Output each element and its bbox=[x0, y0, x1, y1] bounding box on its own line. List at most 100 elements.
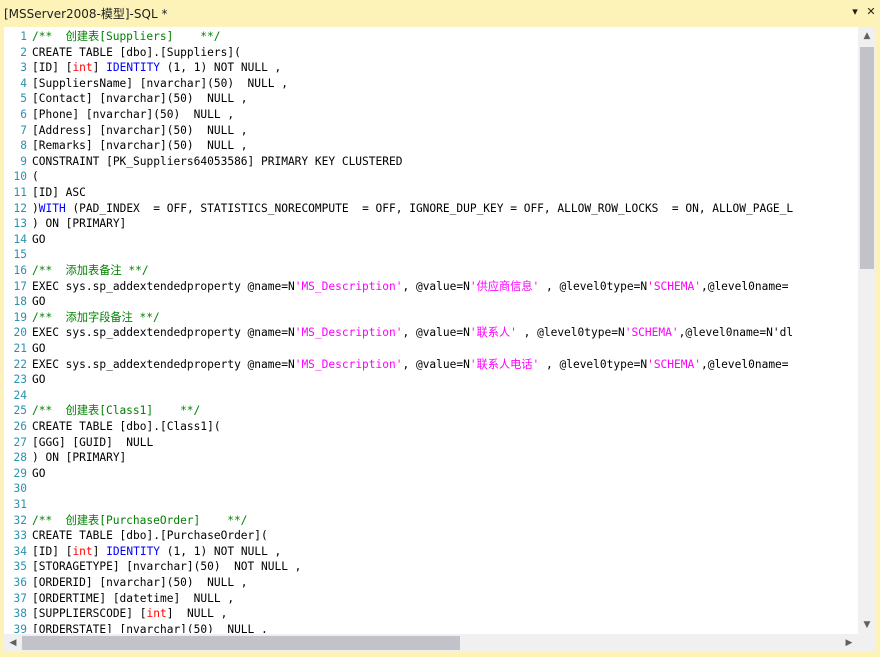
code-text[interactable]: [GGG] [GUID] NULL bbox=[32, 436, 153, 449]
line-number: 1 bbox=[20, 30, 27, 43]
code-text[interactable]: GO bbox=[32, 342, 45, 355]
code-line[interactable]: 33 CREATE TABLE [dbo].[PurchaseOrder]( bbox=[4, 528, 268, 544]
code-text[interactable]: GO bbox=[32, 295, 45, 308]
code-text[interactable]: /** 创建表[Class1] **/ bbox=[32, 404, 200, 417]
code-line[interactable]: 2 CREATE TABLE [dbo].[Suppliers]( bbox=[4, 45, 241, 61]
code-line[interactable]: 23 GO bbox=[4, 372, 46, 388]
code-text[interactable]: [Address] [nvarchar](50) NULL , bbox=[32, 124, 248, 137]
line-number: 14 bbox=[13, 232, 27, 246]
code-line[interactable]: 21 GO bbox=[4, 341, 46, 357]
code-text[interactable]: EXEC sys.sp_addextendedproperty @name=N'… bbox=[32, 326, 793, 339]
code-text[interactable]: CREATE TABLE [dbo].[Class1]( bbox=[32, 420, 221, 433]
code-line[interactable]: 36 [ORDERID] [nvarchar](50) NULL , bbox=[4, 575, 248, 591]
code-text[interactable]: /** 添加字段备注 **/ bbox=[32, 311, 160, 324]
code-line[interactable]: 35 [STORAGETYPE] [nvarchar](50) NOT NULL … bbox=[4, 559, 302, 575]
code-area[interactable]: 1 /** 创建表[Suppliers] **/ 2 CREATE TABLE [db… bbox=[4, 29, 858, 633]
code-text[interactable]: GO bbox=[32, 233, 45, 246]
code-text[interactable]: /** 创建表[PurchaseOrder] **/ bbox=[32, 514, 247, 527]
window-menu-dropdown-icon[interactable]: ▾ bbox=[848, 4, 862, 20]
scroll-down-icon[interactable]: ▼ bbox=[858, 616, 876, 634]
code-line[interactable]: 30 bbox=[4, 481, 32, 497]
code-text[interactable]: EXEC sys.sp_addextendedproperty @name=N'… bbox=[32, 358, 789, 371]
code-line[interactable]: 32 /** 创建表[PurchaseOrder] **/ bbox=[4, 513, 248, 529]
code-line[interactable]: 7 [Address] [nvarchar](50) NULL , bbox=[4, 123, 248, 139]
code-line[interactable]: 17 EXEC sys.sp_addextendedproperty @name=… bbox=[4, 279, 789, 295]
code-text[interactable]: [ORDERTIME] [datetime] NULL , bbox=[32, 592, 234, 605]
code-text[interactable]: CONSTRAINT [PK_Suppliers64053586] PRIMAR… bbox=[32, 155, 402, 168]
code-line[interactable]: 11 [ID] ASC bbox=[4, 185, 86, 201]
code-line[interactable]: 6 [Phone] [nvarchar](50) NULL , bbox=[4, 107, 234, 123]
code-line[interactable]: 15 bbox=[4, 247, 32, 263]
code-line[interactable]: 13) ON [PRIMARY] bbox=[4, 216, 127, 232]
line-number: 17 bbox=[13, 279, 27, 293]
code-text[interactable]: CREATE TABLE [dbo].[PurchaseOrder]( bbox=[32, 529, 268, 542]
code-line[interactable]: 39 [ORDERSTATE] [nvarchar](50) NULL , bbox=[4, 622, 268, 633]
code-line[interactable]: 38 [SUPPLIERSCODE] [int] NULL , bbox=[4, 606, 228, 622]
code-text[interactable]: [ID] ASC bbox=[32, 186, 86, 199]
code-text[interactable]: [ID] [int] IDENTITY (1, 1) NOT NULL , bbox=[32, 61, 281, 74]
line-number: 18 bbox=[13, 295, 27, 309]
code-line[interactable]: 9 CONSTRAINT [PK_Suppliers64053586] PRIMA… bbox=[4, 154, 402, 170]
code-text[interactable]: ( bbox=[32, 170, 39, 183]
horizontal-scrollbar[interactable]: ◀ ▶ bbox=[4, 634, 858, 652]
code-text[interactable]: [STORAGETYPE] [nvarchar](50) NOT NULL , bbox=[32, 560, 301, 573]
code-line[interactable]: 1 /** 创建表[Suppliers] **/ bbox=[4, 29, 220, 45]
code-line[interactable]: 3 [ID] [int] IDENTITY (1, 1) NOT NULL , bbox=[4, 60, 281, 76]
code-line[interactable]: 26 CREATE TABLE [dbo].[Class1]( bbox=[4, 419, 221, 435]
close-icon[interactable]: ✕ bbox=[864, 4, 878, 20]
line-number: 37 bbox=[13, 591, 27, 605]
code-text[interactable]: ) ON [PRIMARY] bbox=[32, 451, 126, 464]
code-line[interactable]: 22 EXEC sys.sp_addextendedproperty @name=… bbox=[4, 357, 789, 373]
horizontal-scroll-thumb[interactable] bbox=[22, 636, 460, 650]
code-line[interactable]: 5 [Contact] [nvarchar](50) NULL , bbox=[4, 91, 248, 107]
code-text[interactable]: /** 创建表[Suppliers] **/ bbox=[32, 30, 220, 43]
code-line[interactable]: 25 /** 创建表[Class1] **/ bbox=[4, 403, 201, 419]
code-line[interactable]: 8 [Remarks] [nvarchar](50) NULL , bbox=[4, 138, 248, 154]
code-line[interactable]: 28) ON [PRIMARY] bbox=[4, 450, 127, 466]
scroll-right-icon[interactable]: ▶ bbox=[840, 634, 858, 652]
code-text[interactable]: /** 添加表备注 **/ bbox=[32, 264, 149, 277]
code-text[interactable]: EXEC sys.sp_addextendedproperty @name=N'… bbox=[32, 280, 789, 293]
code-text[interactable]: [SuppliersName] [nvarchar](50) NULL , bbox=[32, 77, 288, 90]
code-line[interactable]: 16 /** 添加表备注 **/ bbox=[4, 263, 149, 279]
code-line[interactable]: 14 GO bbox=[4, 232, 46, 248]
code-text[interactable]: [ID] [int] IDENTITY (1, 1) NOT NULL , bbox=[32, 545, 281, 558]
code-line[interactable]: 34 [ID] [int] IDENTITY (1, 1) NOT NULL , bbox=[4, 544, 282, 560]
code-line[interactable]: 29 GO bbox=[4, 466, 46, 482]
line-number: 32 bbox=[13, 513, 27, 527]
code-line[interactable]: 20 EXEC sys.sp_addextendedproperty @name=… bbox=[4, 325, 794, 341]
scroll-up-icon[interactable]: ▲ bbox=[858, 27, 876, 45]
code-text[interactable]: [ORDERSTATE] [nvarchar](50) NULL , bbox=[32, 623, 268, 633]
vertical-scrollbar[interactable]: ▲ ▼ bbox=[858, 27, 876, 634]
code-text[interactable]: )WITH (PAD_INDEX = OFF, STATISTICS_NOREC… bbox=[32, 202, 793, 215]
line-number: 19 bbox=[13, 310, 27, 324]
code-text[interactable]: [SUPPLIERSCODE] [int] NULL , bbox=[32, 607, 227, 620]
scroll-left-icon[interactable]: ◀ bbox=[4, 634, 22, 652]
code-line[interactable]: 19 /** 添加字段备注 **/ bbox=[4, 310, 160, 326]
code-line[interactable]: 37 [ORDERTIME] [datetime] NULL , bbox=[4, 591, 235, 607]
line-number: 16 bbox=[13, 264, 27, 277]
code-text[interactable]: [Contact] [nvarchar](50) NULL , bbox=[32, 92, 248, 105]
code-text[interactable]: GO bbox=[32, 467, 45, 480]
code-line[interactable]: 24 bbox=[4, 388, 32, 404]
code-text[interactable]: CREATE TABLE [dbo].[Suppliers]( bbox=[32, 46, 241, 59]
sql-editor[interactable]: 1 /** 创建表[Suppliers] **/ 2 CREATE TABLE [db… bbox=[4, 27, 876, 652]
line-number: 26 bbox=[13, 420, 27, 433]
line-number: 3 bbox=[20, 61, 27, 75]
code-line[interactable]: 10 ( bbox=[4, 169, 39, 185]
line-number: 7 bbox=[20, 123, 27, 137]
title-bar: [MSServer2008-模型]-SQL * ▾ ✕ bbox=[0, 0, 880, 24]
code-line[interactable]: 4 [SuppliersName] [nvarchar](50) NULL , bbox=[4, 76, 288, 92]
code-line[interactable]: 12)WITH (PAD_INDEX = OFF, STATISTICS_NOR… bbox=[4, 201, 794, 217]
code-text[interactable]: GO bbox=[32, 373, 45, 386]
line-number: 39 bbox=[13, 622, 27, 633]
code-text[interactable]: [ORDERID] [nvarchar](50) NULL , bbox=[32, 576, 248, 589]
code-line[interactable]: 31 bbox=[4, 497, 32, 513]
code-line[interactable]: 18 GO bbox=[4, 294, 46, 310]
line-number: 36 bbox=[13, 576, 27, 589]
code-text[interactable]: [Phone] [nvarchar](50) NULL , bbox=[32, 108, 234, 121]
code-text[interactable]: [Remarks] [nvarchar](50) NULL , bbox=[32, 139, 248, 152]
vertical-scroll-thumb[interactable] bbox=[860, 47, 874, 269]
code-line[interactable]: 27 [GGG] [GUID] NULL bbox=[4, 435, 154, 451]
code-text[interactable]: ) ON [PRIMARY] bbox=[32, 217, 126, 230]
